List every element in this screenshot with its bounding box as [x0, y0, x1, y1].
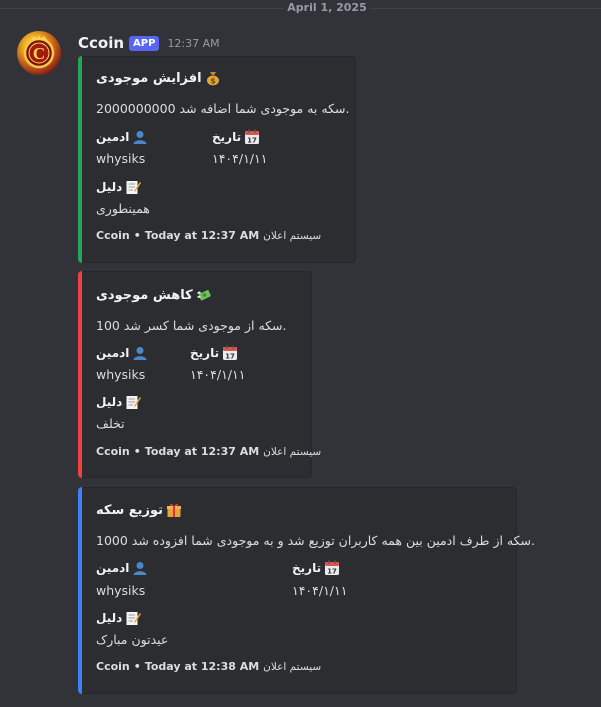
calendar-icon: 17 [222, 345, 238, 361]
money-bag-icon: $ [205, 70, 221, 86]
embed-footer: Ccoin • Today at 12:38 AM سیستم اعلان [96, 660, 321, 673]
field-reason-name: دلیل [96, 179, 142, 195]
footer-separator: • [133, 660, 141, 673]
field-reason-name: دلیل [96, 394, 142, 410]
field-label: تاریخ [292, 561, 322, 575]
footer-time: Today at 12:37 AM [144, 229, 260, 242]
field-label: دلیل [96, 611, 123, 625]
bust-icon [132, 345, 148, 361]
chat-view: April 1, 2025 C Ccoin APP 12:37 AM افزای… [0, 0, 601, 707]
field-reason-value: عیدتون مبارک [96, 632, 169, 647]
calendar-icon: 17 [244, 129, 260, 145]
field-label: ادمین [96, 346, 130, 360]
bust-icon [132, 560, 148, 576]
field-label: دلیل [96, 180, 123, 194]
field-label: ادمین [96, 130, 130, 144]
field-date-name: تاریخ 17 [190, 345, 238, 361]
field-admin-value: whysiks [96, 583, 146, 598]
svg-text:17: 17 [327, 568, 337, 576]
embed-title-text: افزایش موجودی [96, 70, 202, 86]
embed-title: توزیع سکه [96, 502, 182, 518]
field-admin-name: ادمین [96, 129, 148, 145]
embed-footer: Ccoin • Today at 12:37 AM سیستم اعلان [96, 445, 321, 458]
embed-balance-decrease: کاهش موجودی 100 سکه از موجودی شما کسر شد… [78, 271, 321, 478]
embed-title: کاهش موجودی [96, 287, 212, 303]
message-timestamp[interactable]: 12:37 AM [167, 37, 219, 50]
embed-footer: Ccoin • Today at 12:37 AM سیستم اعلان [96, 229, 321, 242]
footer-time: Today at 12:38 AM [144, 660, 260, 673]
embed-coin-distribution: توزیع سکه 1000 سکه از طرف ادمین بین همه … [78, 487, 535, 694]
svg-text:C: C [33, 44, 45, 63]
calendar-icon: 17 [324, 560, 340, 576]
field-reason-name: دلیل [96, 610, 142, 626]
field-label: تاریخ [212, 130, 242, 144]
memo-icon [125, 179, 142, 195]
embed-description: 1000 سکه از طرف ادمین بین همه کاربران تو… [96, 533, 536, 548]
footer-system: سیستم اعلان [263, 229, 322, 242]
memo-icon [125, 610, 142, 626]
embed-description: 2000000000 سکه به موجودی شما اضافه شد. [96, 101, 350, 116]
field-reason-value: تخلف [96, 416, 125, 431]
money-with-wings-icon [196, 287, 212, 303]
footer-time: Today at 12:37 AM [144, 445, 260, 458]
gift-icon [166, 502, 182, 518]
embed-balance-increase: افزایش موجودی $ 2000000000 سکه به موجودی… [78, 56, 356, 263]
app-badge: APP [129, 35, 160, 51]
divider-line [0, 8, 284, 9]
footer-system: سیستم اعلان [263, 660, 322, 673]
footer-separator: • [133, 229, 141, 242]
embed-title-text: کاهش موجودی [96, 287, 193, 303]
message-header: Ccoin APP 12:37 AM [78, 32, 220, 54]
date-divider-label: April 1, 2025 [287, 1, 367, 14]
field-label: ادمین [96, 561, 130, 575]
bust-icon [132, 129, 148, 145]
field-reason-value: همینطوری [96, 201, 150, 216]
footer-author: Ccoin [96, 660, 130, 673]
date-divider: April 1, 2025 [0, 0, 601, 18]
svg-text:$: $ [210, 77, 216, 86]
username[interactable]: Ccoin [78, 34, 124, 52]
field-admin-value: whysiks [96, 151, 146, 166]
field-label: دلیل [96, 395, 123, 409]
embed-color-bar [78, 271, 82, 478]
svg-text:17: 17 [247, 137, 257, 145]
field-date-value: ۱۴۰۴/۱/۱۱ [212, 151, 268, 166]
field-date-value: ۱۴۰۴/۱/۱۱ [190, 367, 246, 382]
field-admin-value: whysiks [96, 367, 146, 382]
coin-logo-icon: C [23, 35, 55, 69]
footer-author: Ccoin [96, 229, 130, 242]
field-label: تاریخ [190, 346, 220, 360]
svg-text:17: 17 [225, 353, 235, 361]
field-admin-name: ادمین [96, 345, 148, 361]
footer-system: سیستم اعلان [263, 445, 322, 458]
field-date-name: تاریخ 17 [292, 560, 340, 576]
embed-color-bar [78, 487, 82, 694]
embed-description: 100 سکه از موجودی شما کسر شد. [96, 318, 287, 333]
divider-line [370, 8, 601, 9]
memo-icon [125, 394, 142, 410]
footer-author: Ccoin [96, 445, 130, 458]
field-date-value: ۱۴۰۴/۱/۱۱ [292, 583, 348, 598]
embed-title: افزایش موجودی $ [96, 70, 221, 86]
field-date-name: تاریخ 17 [212, 129, 260, 145]
field-admin-name: ادمین [96, 560, 148, 576]
embed-color-bar [78, 56, 82, 263]
footer-separator: • [133, 445, 141, 458]
avatar[interactable]: C [17, 31, 61, 75]
embed-title-text: توزیع سکه [96, 502, 164, 518]
